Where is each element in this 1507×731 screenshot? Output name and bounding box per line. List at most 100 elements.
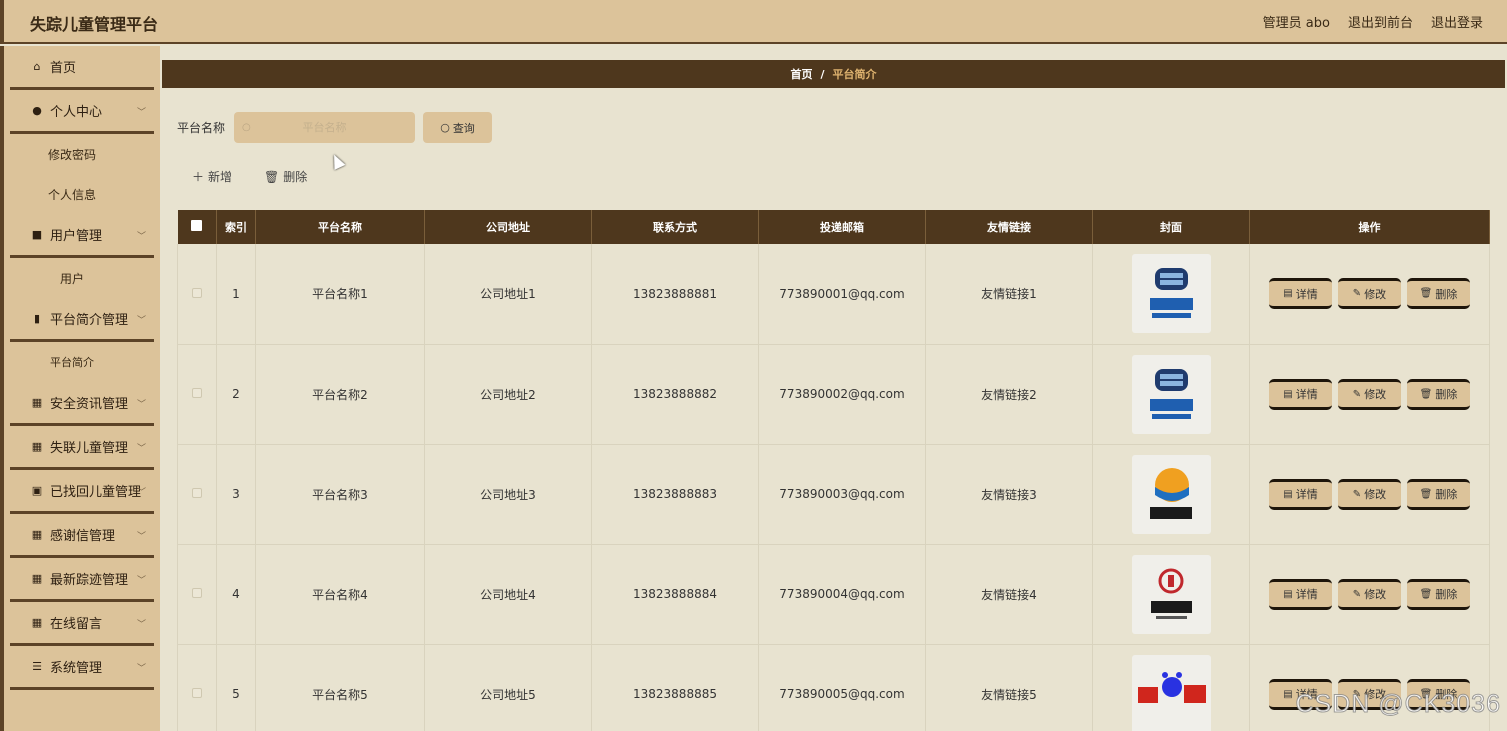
cover-logo-image <box>1149 268 1193 319</box>
edit-label: 修改 <box>1364 588 1387 601</box>
column-header: 联系方式 <box>591 210 759 244</box>
edit-icon: ✎ <box>1352 588 1362 600</box>
row-select-cell[interactable] <box>177 444 217 545</box>
search-input[interactable] <box>234 112 416 143</box>
edit-button[interactable]: ✎ 修改 <box>1338 378 1401 410</box>
sidebar-subitem-change-password[interactable]: 修改密码 <box>4 134 160 174</box>
cover-logo-image <box>1137 671 1206 703</box>
column-header: 投递邮箱 <box>758 210 926 244</box>
trash-icon: 🗑 <box>264 170 280 184</box>
chart-icon: ▮ <box>33 312 41 325</box>
row-select-cell[interactable] <box>177 344 217 445</box>
detail-button[interactable]: ▤ 详情 <box>1269 478 1332 510</box>
cover-cell <box>1092 544 1250 645</box>
row-checkbox[interactable] <box>192 588 202 598</box>
table-header-row: 索引 平台名称 公司地址 联系方式 投递邮箱 友情链接 封面 操作 <box>177 210 1490 244</box>
sliders-icon: ☰ <box>32 660 42 673</box>
chevron-down-icon: ﹀ <box>136 316 146 326</box>
cover-logo-image <box>1149 368 1193 419</box>
select-all-checkbox[interactable] <box>191 220 203 231</box>
search-label: 平台名称 <box>177 121 226 135</box>
action-row: ＋新增 🗑 删除 <box>192 168 307 185</box>
sidebar-subitem-personal-info[interactable]: 个人信息 <box>4 174 160 214</box>
sidebar-item-thank-letters[interactable]: ▦ 感谢信管理 ﹀ <box>10 514 154 558</box>
sidebar-item-missing-children[interactable]: ▦ 失联儿童管理 ﹀ <box>10 426 154 470</box>
email-cell: 773890002@qq.com <box>758 344 926 445</box>
edit-button[interactable]: ✎ 修改 <box>1338 578 1401 610</box>
row-select-cell[interactable] <box>177 544 217 645</box>
table-row: 5 平台名称5 公司地址5 13823888885 773890005@qq.com 友情… <box>177 644 1490 731</box>
detail-button[interactable]: ▤ 详情 <box>1269 578 1332 610</box>
sidebar-item-label: 安全资讯管理 <box>50 397 129 412</box>
document-icon: ▤ <box>1283 388 1293 400</box>
trash-icon: 🗑 <box>1419 588 1433 600</box>
detail-button[interactable]: ▤ 详情 <box>1269 378 1332 410</box>
detail-label: 详情 <box>1295 388 1318 401</box>
sidebar-item-label: 在线留言 <box>50 617 103 632</box>
table-row: 2 平台名称2 公司地址2 13823888882 773890002@qq.com 友情… <box>177 344 1490 445</box>
sidebar-item-home[interactable]: ⌂ 首页 <box>10 46 154 90</box>
edit-icon: ✎ <box>1352 288 1362 300</box>
phone-cell: 13823888882 <box>591 344 759 445</box>
sidebar-item-users[interactable]: ■ 用户管理 ﹀ <box>10 214 154 258</box>
row-checkbox[interactable] <box>192 688 202 698</box>
sidebar-item-safety-news[interactable]: ▦ 安全资讯管理 ﹀ <box>10 382 154 426</box>
sidebar-item-latest-traces[interactable]: ▦ 最新踪迹管理 ﹀ <box>10 558 154 602</box>
link-cell: 友情链接1 <box>925 244 1093 345</box>
chevron-down-icon: ﹀ <box>136 488 146 498</box>
index-cell: 3 <box>216 444 256 545</box>
column-header: 操作 <box>1249 210 1490 244</box>
sidebar-item-personal[interactable]: ● 个人中心 ﹀ <box>10 90 154 134</box>
logout-link[interactable]: 退出登录 <box>1431 12 1483 31</box>
edit-label: 修改 <box>1364 388 1387 401</box>
phone-cell: 13823888883 <box>591 444 759 545</box>
chevron-down-icon: ﹀ <box>136 108 146 118</box>
sidebar-item-online-messages[interactable]: ▦ 在线留言 ﹀ <box>10 602 154 646</box>
delete-button[interactable]: 🗑 删除 <box>1407 478 1470 510</box>
platform-name-cell: 平台名称4 <box>255 544 425 645</box>
sidebar-subitem-user[interactable]: 用户 <box>4 258 160 298</box>
search-row: 平台名称 ○ ○ 查询 <box>177 112 493 143</box>
edit-icon: ✎ <box>1352 488 1362 500</box>
breadcrumb-home[interactable]: 首页 <box>790 66 812 82</box>
row-checkbox[interactable] <box>192 388 202 398</box>
operations-cell: ▤ 详情 ✎ 修改 🗑 删除 <box>1249 244 1490 345</box>
admin-user-label[interactable]: 管理员 abo <box>1263 12 1330 31</box>
header-actions: 管理员 abo 退出到前台 退出登录 <box>1263 12 1483 31</box>
row-checkbox[interactable] <box>192 287 202 298</box>
detail-button[interactable]: ▤ 详情 <box>1269 278 1332 310</box>
sidebar-item-label: 个人中心 <box>50 105 103 120</box>
chevron-down-icon: ﹀ <box>136 620 146 630</box>
grid-icon: ▦ <box>31 396 43 409</box>
address-cell: 公司地址2 <box>424 344 592 445</box>
edit-button[interactable]: ✎ 修改 <box>1338 478 1401 510</box>
delete-button[interactable]: 🗑 删除 <box>1407 278 1470 310</box>
query-button[interactable]: ○ 查询 <box>423 112 493 143</box>
delete-label: 删除 <box>1435 287 1458 301</box>
add-button[interactable]: ＋新增 <box>192 168 232 185</box>
edit-button[interactable]: ✎ 修改 <box>1338 278 1401 310</box>
column-header: 平台名称 <box>255 210 425 244</box>
delete-button[interactable]: 🗑 删除 <box>1407 378 1470 410</box>
sidebar-item-platform-intro[interactable]: ▮ 平台简介管理 ﹀ <box>10 298 154 342</box>
breadcrumb-separator: / <box>820 67 825 81</box>
detail-label: 详情 <box>1295 287 1318 301</box>
exit-to-front-link[interactable]: 退出到前台 <box>1348 12 1413 31</box>
row-select-cell[interactable] <box>177 244 217 345</box>
sidebar-subitem-platform-intro[interactable]: 平台简介 <box>4 342 160 382</box>
sidebar-item-system[interactable]: ☰ 系统管理 ﹀ <box>10 646 154 690</box>
operations-cell: ▤ 详情 ✎ 修改 🗑 删除 <box>1249 344 1490 445</box>
delete-button[interactable]: 🗑 删除 <box>1407 578 1470 610</box>
sidebar-item-label: 感谢信管理 <box>50 529 116 544</box>
row-select-cell[interactable] <box>177 644 217 731</box>
chevron-down-icon: ﹀ <box>136 400 146 410</box>
select-all-cell[interactable] <box>177 210 217 244</box>
search-icon: ○ <box>440 121 450 134</box>
grid-icon: ▦ <box>31 528 43 541</box>
sidebar-item-found-children[interactable]: ▣ 已找回儿童管理 ﹀ <box>10 470 154 514</box>
phone-cell: 13823888884 <box>591 544 759 645</box>
row-checkbox[interactable] <box>192 488 202 498</box>
document-icon: ▤ <box>1283 488 1293 500</box>
email-cell: 773890004@qq.com <box>758 544 926 645</box>
batch-delete-button[interactable]: 🗑 删除 <box>264 168 307 185</box>
